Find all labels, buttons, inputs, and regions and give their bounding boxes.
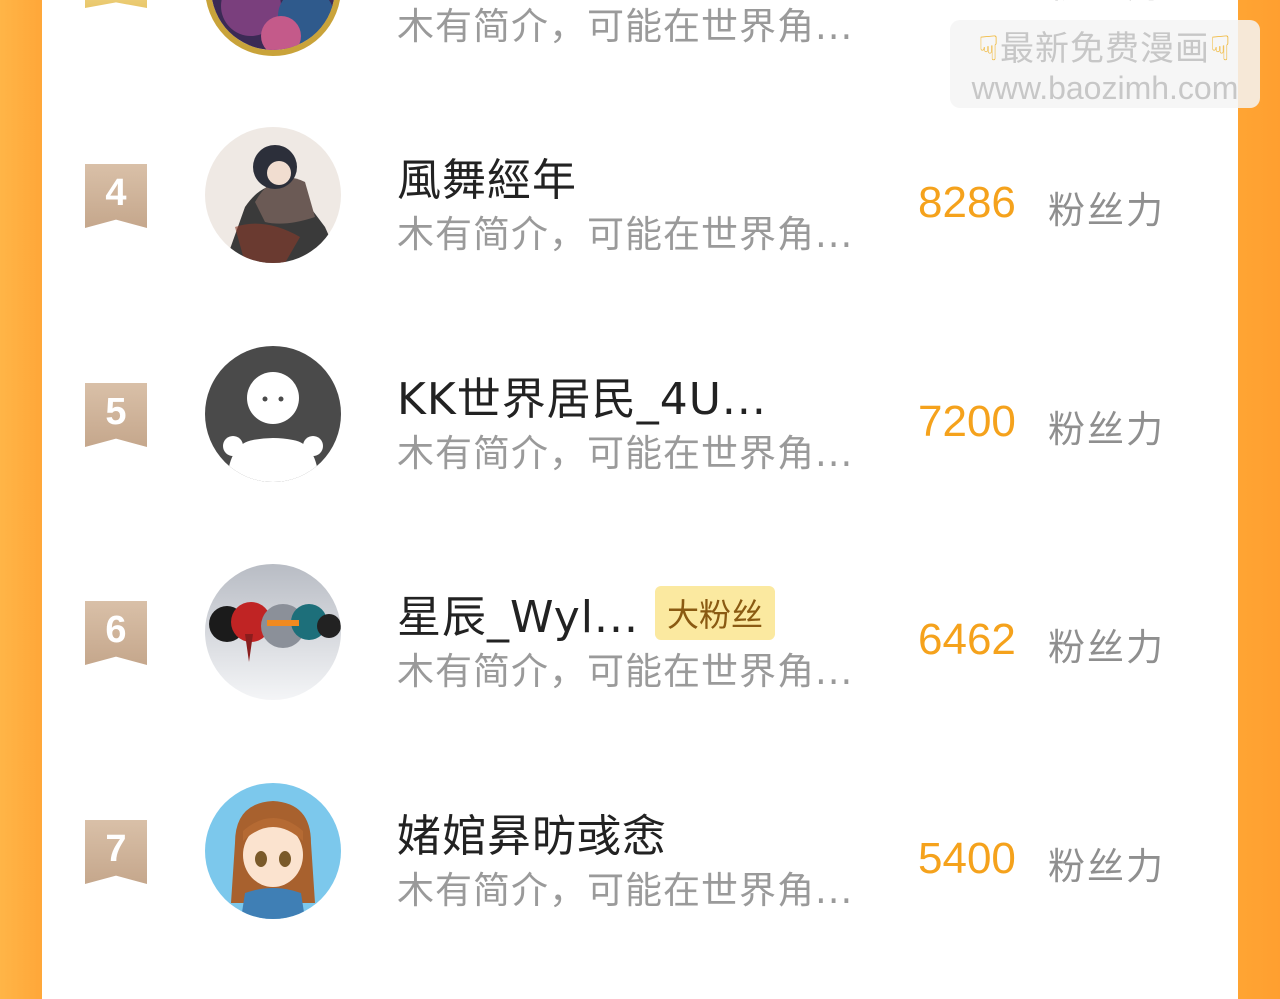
rank-ribbon: 4 [85,164,147,228]
user-bio: 木有简介，可能在世界角... [397,869,854,912]
watermark-headline: ☟最新免费漫画☟ [950,26,1260,72]
pointing-down-hand-icon: ☟ [1210,29,1232,69]
avatar-image [211,0,335,50]
watermark-text: 最新免费漫画 [1000,29,1210,69]
user-name[interactable]: 星辰_Wyl... [397,581,639,645]
fan-ranking-list: 木有简介，可能在世界角... 10084 粉丝力 4 風舞經年 木有简介，可能在… [42,0,1238,999]
fan-power-score: 8286 [918,178,1016,227]
big-fan-badge: 大粉丝 [654,586,775,640]
user-bio: 木有简介，可能在世界角... [397,5,854,48]
ranking-row[interactable]: 7 媎婠昪昉彧悆 木有简介，可能在世界角... 5400 粉丝力 [42,782,1238,982]
user-name-line: 風舞經年 [397,148,577,206]
fan-power-label: 粉丝力 [1048,189,1165,232]
fan-power-label: 粉丝力 [1048,845,1165,888]
user-name-line: 媎婠昪昉彧悆 [397,804,667,862]
pointing-down-hand-icon: ☟ [978,29,1000,69]
fan-power-label: 粉丝力 [1048,626,1165,669]
user-bio: 木有简介，可能在世界角... [397,432,854,475]
ranking-row[interactable]: 4 風舞經年 木有简介，可能在世界角... 8286 粉丝力 [42,126,1238,326]
user-avatar[interactable] [205,783,341,919]
user-name-line: 星辰_Wyl... 大粉丝 [397,585,775,643]
watermark-url: www.baozimh.com [971,70,1239,106]
ranking-row[interactable]: 6 星辰_Wyl... 大粉丝 木有简介，可能在世界角... 6462 粉丝力 [42,563,1238,763]
fan-power-score: 5400 [918,834,1016,883]
rank-ribbon: 7 [85,820,147,884]
fan-power-label: 粉丝力 [1048,0,1165,8]
user-avatar[interactable] [205,127,341,263]
user-name-line: KK世界居民_4U... [397,367,767,425]
user-name[interactable]: 風舞經年 [397,144,577,208]
user-name[interactable]: KK世界居民_4U... [397,363,767,427]
user-bio: 木有简介，可能在世界角... [397,650,854,693]
rank-ribbon: 5 [85,383,147,447]
default-user-avatar-icon [205,346,341,482]
rank-ribbon-gold [85,0,147,8]
user-bio: 木有简介，可能在世界角... [397,213,854,256]
user-name[interactable]: 媎婠昪昉彧悆 [397,800,667,864]
anime-girl-avatar-icon [205,783,341,919]
fan-power-score: 6462 [918,615,1016,664]
anime-character-avatar-icon [205,127,341,263]
rank-ribbon: 6 [85,601,147,665]
user-avatar[interactable] [205,564,341,700]
fan-power-score: 7200 [918,397,1016,446]
user-avatar[interactable] [205,346,341,482]
user-avatar[interactable] [205,0,341,56]
music-balls-avatar-icon [205,564,341,700]
site-watermark: ☟最新免费漫画☟ www.baozimh.com [950,20,1260,108]
ranking-row[interactable]: 5 KK世界居民_4U... 木有简介，可能在世界角... 7200 粉丝力 [42,345,1238,545]
fan-power-label: 粉丝力 [1048,408,1165,451]
